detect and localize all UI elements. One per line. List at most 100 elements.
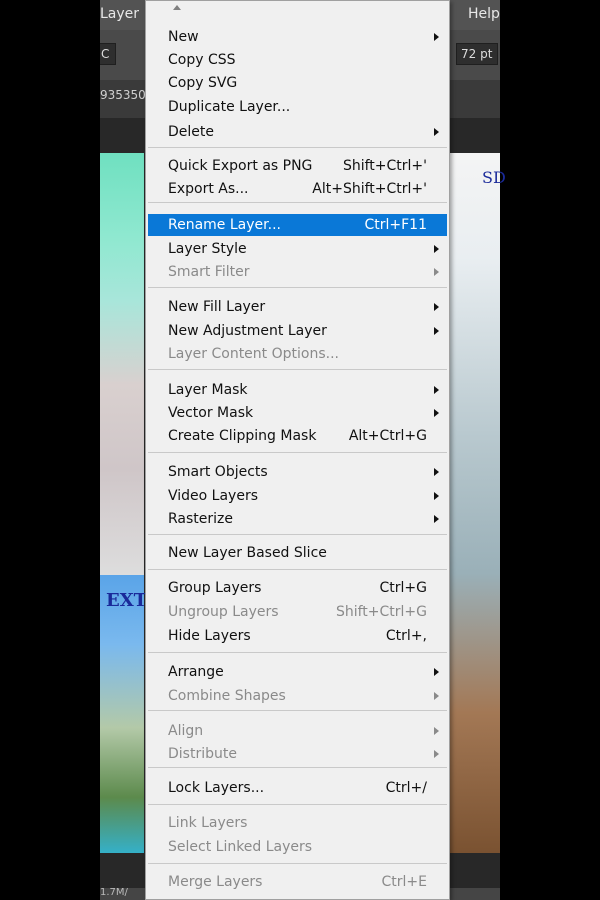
menu-separator <box>148 202 447 203</box>
menu-item-smart-objects[interactable]: Smart Objects <box>148 461 447 483</box>
menu-item-label: Copy CSS <box>168 52 236 68</box>
menu-item-label: Lock Layers... <box>168 780 265 796</box>
menu-item-new-layer-based-slice[interactable]: New Layer Based Slice <box>148 542 447 564</box>
menu-separator <box>148 452 447 453</box>
menu-item-delete[interactable]: Delete <box>148 121 447 143</box>
menu-item-label: Copy SVG <box>168 75 238 91</box>
menu-separator <box>148 569 447 570</box>
menu-item-label: Layer Content Options... <box>168 346 339 362</box>
scroll-up-arrow-icon[interactable] <box>173 5 181 10</box>
menu-item-label: Merge Layers <box>168 874 263 890</box>
menu-item-export-as[interactable]: Export As... Alt+Shift+Ctrl+' <box>148 178 447 200</box>
submenu-arrow-icon <box>434 515 439 523</box>
menu-item-label: New Fill Layer <box>168 299 266 315</box>
menu-item-label: Delete <box>168 124 214 140</box>
submenu-arrow-icon <box>434 692 439 700</box>
menu-item-vector-mask[interactable]: Vector Mask <box>148 402 447 424</box>
menu-item-shortcut: Ctrl+G <box>379 580 428 596</box>
menu-item-label: Quick Export as PNG <box>168 158 313 174</box>
menu-item-label: Rename Layer... <box>168 217 281 233</box>
menu-item-label: Align <box>168 723 204 739</box>
menu-item-rasterize[interactable]: Rasterize <box>148 508 447 530</box>
menu-separator <box>148 863 447 864</box>
menu-separator <box>148 287 447 288</box>
menu-item-copy-css[interactable]: Copy CSS <box>148 49 447 71</box>
menu-item-label: Smart Objects <box>168 464 268 480</box>
menu-item-shortcut: Alt+Ctrl+G <box>348 428 427 444</box>
submenu-arrow-icon <box>434 750 439 758</box>
menu-item-ungroup-layers[interactable]: Ungroup Layers Shift+Ctrl+G <box>148 601 447 623</box>
submenu-arrow-icon <box>434 668 439 676</box>
menu-item-shortcut: Alt+Shift+Ctrl+' <box>312 181 427 197</box>
menu-separator <box>148 804 447 805</box>
menu-item-label: New <box>168 29 199 45</box>
menu-item-distribute[interactable]: Distribute <box>148 743 447 765</box>
submenu-arrow-icon <box>434 33 439 41</box>
menu-item-new-adjustment-layer[interactable]: New Adjustment Layer <box>148 320 447 342</box>
menu-item-label: Layer Mask <box>168 382 248 398</box>
status-text: 1.7M/ <box>100 887 128 898</box>
menu-item-quick-export-as-png[interactable]: Quick Export as PNG Shift+Ctrl+' <box>148 155 447 177</box>
menu-item-label: Select Linked Layers <box>168 839 313 855</box>
menu-separator <box>148 652 447 653</box>
left-document-image <box>100 153 144 853</box>
menu-item-label: Duplicate Layer... <box>168 99 291 115</box>
menu-item-label: Rasterize <box>168 511 234 527</box>
menu-item-label: Smart Filter <box>168 264 250 280</box>
menu-item-layer-style[interactable]: Layer Style <box>148 238 447 260</box>
menu-item-select-linked-layers[interactable]: Select Linked Layers <box>148 836 447 858</box>
menu-item-label: New Layer Based Slice <box>168 545 327 561</box>
font-family-field[interactable]: C <box>100 43 116 65</box>
menu-separator <box>148 147 447 148</box>
menu-item-label: Vector Mask <box>168 405 254 421</box>
overlay-text-ext: EXT <box>106 590 148 611</box>
submenu-arrow-icon <box>434 245 439 253</box>
menu-item-label: Arrange <box>168 664 224 680</box>
right-document-image <box>444 153 500 853</box>
menu-item-label: Create Clipping Mask <box>168 428 317 444</box>
menu-item-merge-layers[interactable]: Merge Layers Ctrl+E <box>148 871 447 893</box>
menu-item-new-fill-layer[interactable]: New Fill Layer <box>148 296 447 318</box>
menu-item-duplicate-layer[interactable]: Duplicate Layer... <box>148 96 447 118</box>
menu-item-video-layers[interactable]: Video Layers <box>148 485 447 507</box>
menu-separator <box>148 767 447 768</box>
submenu-arrow-icon <box>434 727 439 735</box>
menu-item-copy-svg[interactable]: Copy SVG <box>148 72 447 94</box>
menu-separator <box>148 710 447 711</box>
menu-item-label: Group Layers <box>168 580 262 596</box>
menu-item-label: Export As... <box>168 181 249 197</box>
submenu-arrow-icon <box>434 386 439 394</box>
submenu-arrow-icon <box>434 327 439 335</box>
menu-layer[interactable]: Layer <box>100 6 139 22</box>
menu-item-link-layers[interactable]: Link Layers <box>148 812 447 834</box>
menu-item-layer-content-options[interactable]: Layer Content Options... <box>148 343 447 365</box>
menu-separator <box>148 534 447 535</box>
menu-item-hide-layers[interactable]: Hide Layers Ctrl+, <box>148 625 447 647</box>
menu-item-arrange[interactable]: Arrange <box>148 661 447 683</box>
submenu-arrow-icon <box>434 128 439 136</box>
submenu-arrow-icon <box>434 268 439 276</box>
menu-item-shortcut: Ctrl+F11 <box>364 217 427 233</box>
menu-item-label: Link Layers <box>168 815 248 831</box>
menu-item-rename-layer[interactable]: Rename Layer... Ctrl+F11 <box>148 214 447 236</box>
submenu-arrow-icon <box>434 303 439 311</box>
menu-item-label: Video Layers <box>168 488 259 504</box>
submenu-arrow-icon <box>434 468 439 476</box>
menu-item-create-clipping-mask[interactable]: Create Clipping Mask Alt+Ctrl+G <box>148 425 447 447</box>
menu-item-smart-filter[interactable]: Smart Filter <box>148 261 447 283</box>
menu-item-group-layers[interactable]: Group Layers Ctrl+G <box>148 577 447 599</box>
menu-help[interactable]: Help <box>468 6 500 22</box>
menu-item-layer-mask[interactable]: Layer Mask <box>148 379 447 401</box>
submenu-arrow-icon <box>434 409 439 417</box>
font-size-field[interactable]: 72 pt <box>456 43 498 65</box>
menu-item-align[interactable]: Align <box>148 720 447 742</box>
overlay-text-sd: SD <box>482 168 506 187</box>
menu-item-lock-layers[interactable]: Lock Layers... Ctrl+/ <box>148 777 447 799</box>
menu-item-label: Ungroup Layers <box>168 604 279 620</box>
menu-item-shortcut: Ctrl+, <box>385 628 427 644</box>
menu-item-new[interactable]: New <box>148 26 447 48</box>
menu-separator <box>148 369 447 370</box>
menu-item-label: Layer Style <box>168 241 247 257</box>
menu-item-shortcut: Shift+Ctrl+G <box>335 604 427 620</box>
menu-item-combine-shapes[interactable]: Combine Shapes <box>148 685 447 707</box>
